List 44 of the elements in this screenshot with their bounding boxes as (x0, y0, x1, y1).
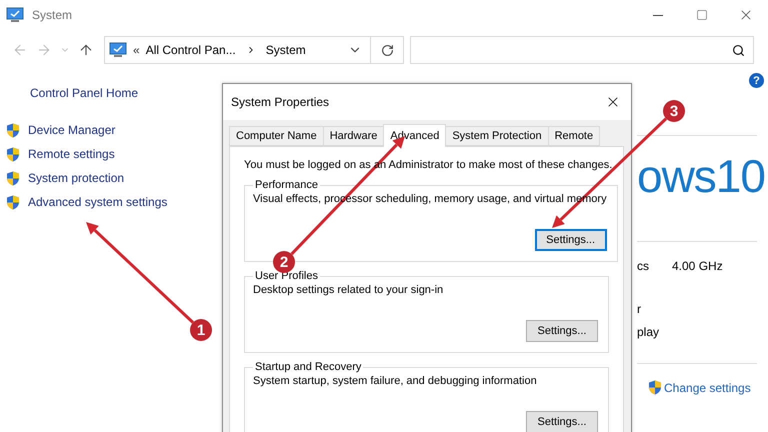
group-title: Startup and Recovery (254, 361, 362, 373)
dialog-title: System Properties (231, 95, 330, 109)
sidebar-item[interactable]: Advanced system settings (6, 190, 230, 214)
search-field[interactable] (410, 36, 754, 64)
sidebar-item[interactable]: Remote settings (6, 142, 230, 166)
window-title: System (32, 8, 72, 22)
change-settings-link[interactable]: Change settings (648, 380, 765, 395)
right-arrow-icon (36, 42, 52, 58)
info-value: 4.00 GHz (672, 259, 723, 273)
step-badge: 1 (190, 319, 212, 341)
group-title: User Profiles (254, 270, 319, 282)
tab[interactable]: Advanced (383, 124, 446, 147)
minimize-icon (653, 14, 663, 16)
tab[interactable]: System Protection (445, 126, 549, 146)
sidebar-item[interactable]: Device Manager (6, 118, 230, 142)
info-label: cs (637, 259, 650, 273)
shield-icon (6, 170, 20, 186)
breadcrumb[interactable]: System (266, 43, 306, 57)
settings-button[interactable]: Settings... (534, 229, 607, 251)
computer-icon (6, 7, 24, 23)
group-title: Performance (254, 179, 319, 191)
tab[interactable]: Computer Name (229, 126, 324, 146)
group-description: Desktop settings related to your sign-in (253, 284, 444, 296)
settings-button[interactable]: Settings... (526, 411, 598, 432)
sidebar-item[interactable]: System protection (6, 166, 230, 190)
overflow-chevron[interactable]: « (133, 43, 140, 57)
settings-button[interactable]: Settings... (526, 320, 598, 342)
help-icon[interactable]: ? (749, 73, 764, 88)
computer-icon (109, 42, 127, 58)
tab[interactable]: Hardware (322, 126, 384, 146)
step-badge: 3 (663, 100, 685, 122)
shield-icon (6, 122, 20, 138)
search-icon (732, 44, 745, 56)
shield-icon (6, 146, 20, 162)
info-label: r (637, 302, 642, 316)
breadcrumb[interactable]: All Control Pan... (146, 43, 236, 57)
info-label: play (637, 325, 660, 339)
refresh-icon (380, 44, 394, 56)
windows-logo-text: ows10 (637, 151, 765, 201)
maximize-icon (696, 9, 708, 21)
shield-icon (648, 380, 662, 395)
tab[interactable]: Remote (548, 126, 600, 146)
group-description: System startup, system failure, and debugging information (253, 375, 537, 387)
shield-icon (6, 194, 20, 210)
